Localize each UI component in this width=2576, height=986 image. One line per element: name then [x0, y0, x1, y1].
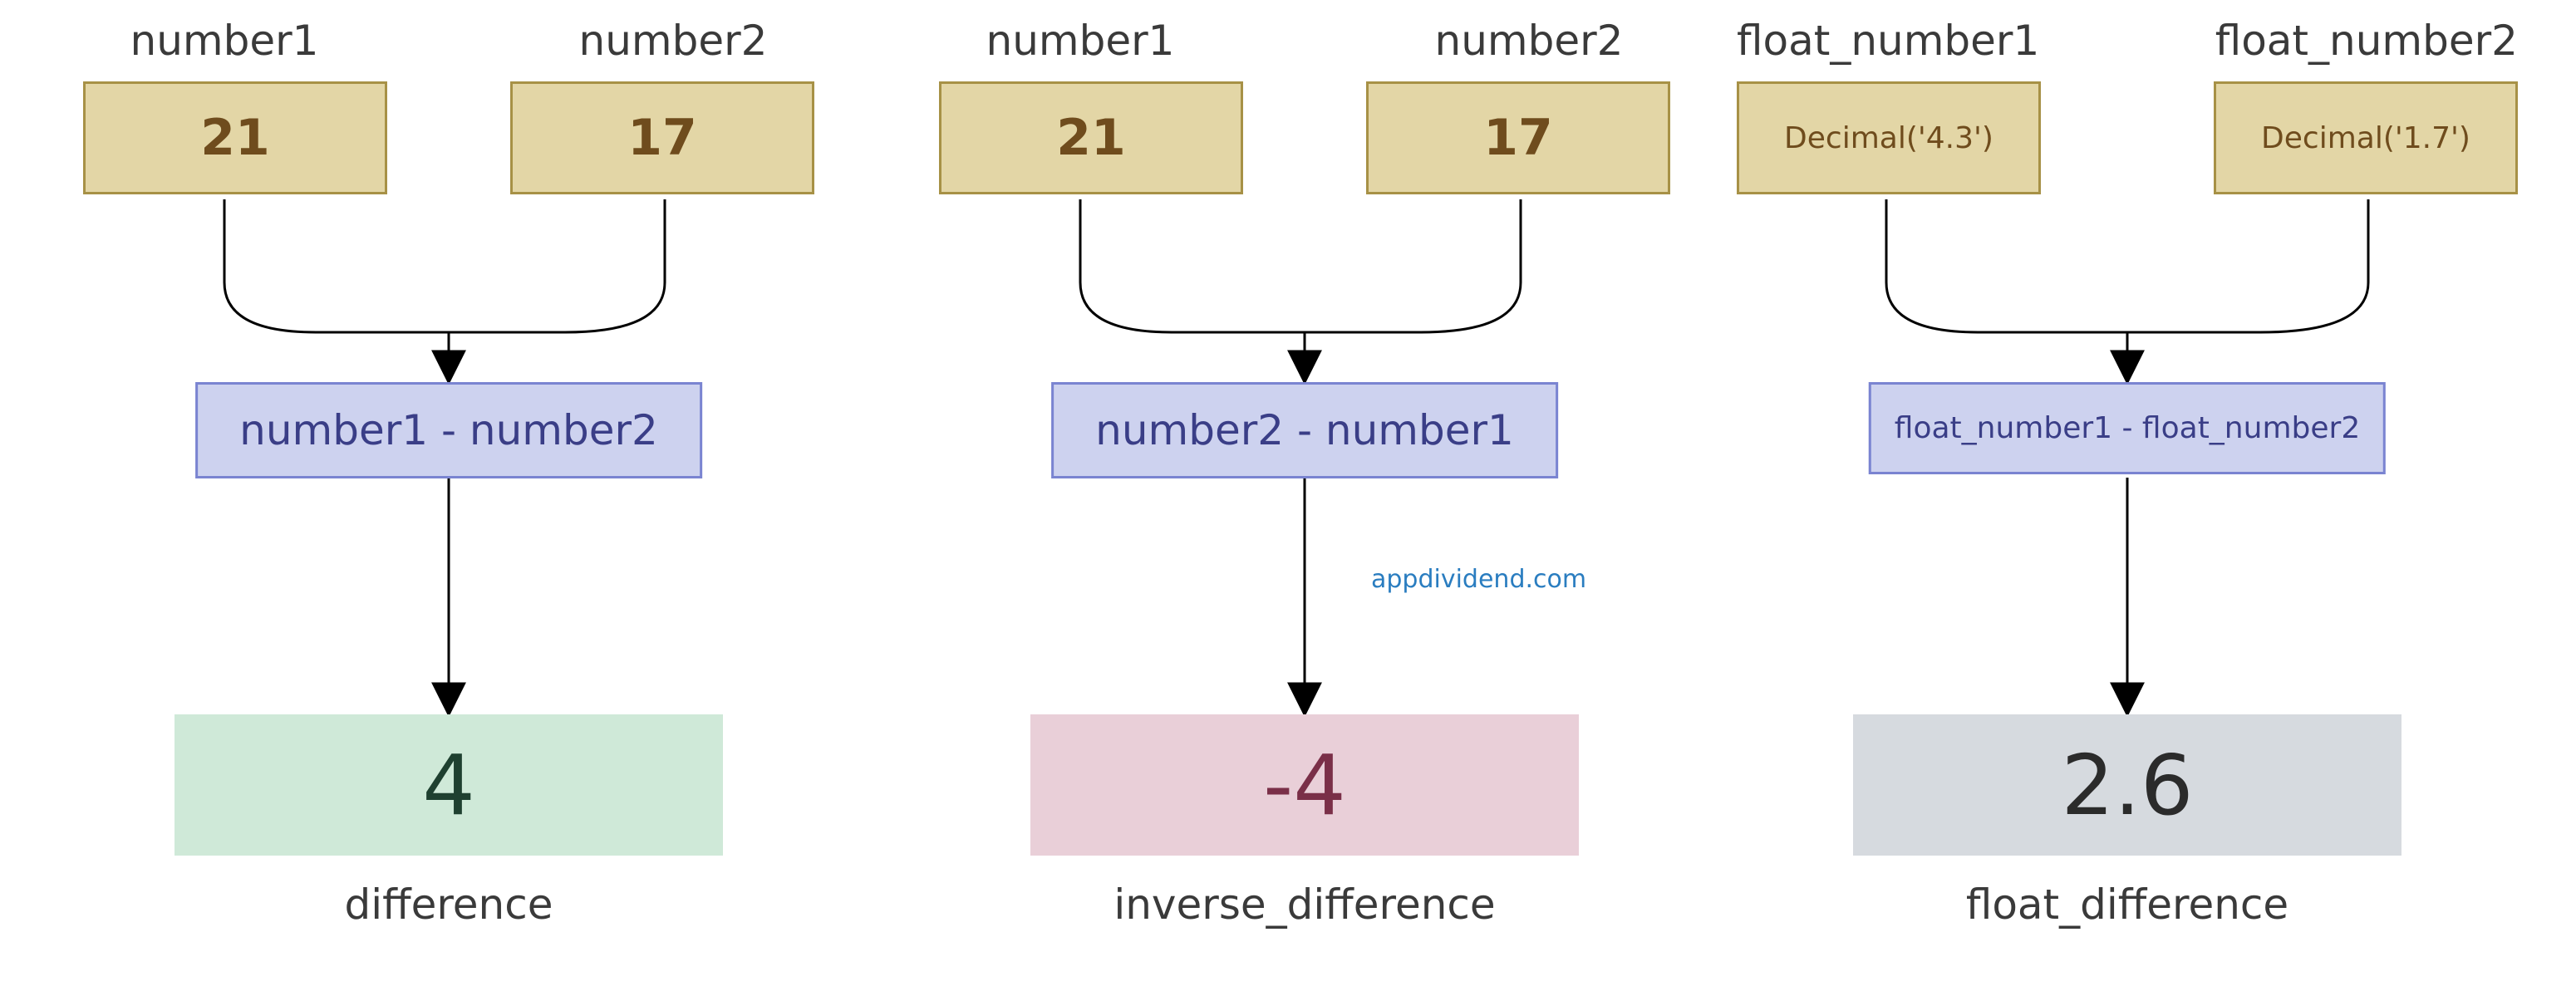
- input-left-label: number1: [100, 17, 349, 65]
- input-boxes: Decimal('4.3') Decimal('1.7'): [1712, 65, 2543, 194]
- input-boxes: 21 17: [33, 65, 864, 194]
- input-right-value: 17: [510, 81, 814, 194]
- panel-inverse-difference: number1 number2 21 17 number2 - number1 …: [889, 0, 1720, 986]
- operation-box: number2 - number1: [1051, 382, 1558, 478]
- input-left-value: Decimal('4.3'): [1737, 81, 2041, 194]
- input-boxes: 21 17: [889, 65, 1720, 194]
- panel-float-difference: float_number1 float_number2 Decimal('4.3…: [1712, 0, 2543, 986]
- diagram-stage: number1 number2 21 17 number1 - number2 …: [0, 0, 2576, 986]
- result-label: inverse_difference: [889, 881, 1720, 929]
- result-box: 4: [175, 714, 723, 856]
- input-right-label: float_number2: [2215, 17, 2518, 65]
- result-box: 2.6: [1853, 714, 2401, 856]
- result-label: difference: [33, 881, 864, 929]
- input-labels: number1 number2: [889, 0, 1720, 65]
- input-left-value: 21: [83, 81, 387, 194]
- input-left-value: 21: [939, 81, 1243, 194]
- input-right-value: Decimal('1.7'): [2214, 81, 2518, 194]
- panel-difference: number1 number2 21 17 number1 - number2 …: [33, 0, 864, 986]
- result-box: -4: [1030, 714, 1579, 856]
- input-labels: float_number1 float_number2: [1712, 0, 2543, 65]
- result-label: float_difference: [1712, 881, 2543, 929]
- input-left-label: number1: [956, 17, 1205, 65]
- input-right-label: number2: [548, 17, 798, 65]
- input-right-label: number2: [1404, 17, 1654, 65]
- input-right-value: 17: [1366, 81, 1670, 194]
- watermark-text: appdividend.com: [1371, 565, 1586, 594]
- operation-box: number1 - number2: [195, 382, 702, 478]
- operation-box: float_number1 - float_number2: [1869, 382, 2386, 474]
- input-left-label: float_number1: [1737, 17, 2039, 65]
- input-labels: number1 number2: [33, 0, 864, 65]
